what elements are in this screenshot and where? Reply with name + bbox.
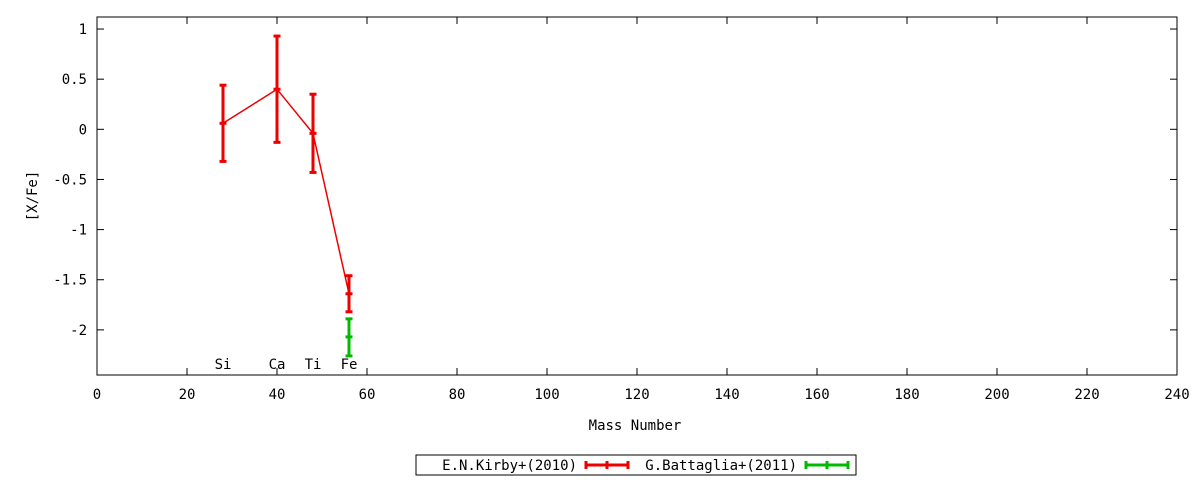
legend-label: G.Battaglia+(2011) bbox=[645, 458, 797, 474]
x-tick-label: 0 bbox=[93, 387, 101, 403]
x-tick-label: 160 bbox=[804, 387, 829, 403]
y-tick-label: -1 bbox=[70, 223, 87, 239]
chart: 0 20 40 60 80 100 120 140 160 180 200 220 240 1 0.5 0 -0… bbox=[0, 0, 1200, 480]
y-tick-label: 1 bbox=[79, 22, 87, 38]
x-tick-label: 240 bbox=[1164, 387, 1189, 403]
x-tick-label: 100 bbox=[534, 387, 559, 403]
x-tick-label: 180 bbox=[894, 387, 919, 403]
y-axis-title: [X/Fe] bbox=[25, 171, 41, 222]
x-tick-label: 220 bbox=[1074, 387, 1099, 403]
x-tick-label: 40 bbox=[269, 387, 286, 403]
series-line bbox=[222, 88, 350, 294]
series-1 bbox=[219, 34, 353, 314]
element-label-ca: Ca bbox=[269, 357, 286, 373]
data-point bbox=[273, 34, 281, 144]
chart-svg: 0 20 40 60 80 100 120 140 160 180 200 220 240 1 0.5 0 -0… bbox=[25, 16, 1190, 476]
data-point bbox=[219, 83, 227, 163]
x-tick-label: 60 bbox=[359, 387, 376, 403]
y-tick-label: -0.5 bbox=[53, 172, 87, 188]
element-label-ti: Ti bbox=[305, 357, 322, 373]
x-tick-label: 80 bbox=[449, 387, 466, 403]
y-tick-label: 0 bbox=[79, 122, 87, 138]
x-axis-title: Mass Number bbox=[589, 418, 682, 434]
data-point bbox=[309, 92, 317, 174]
plot-frame bbox=[96, 16, 1178, 376]
y-tick-label: -2 bbox=[70, 323, 87, 339]
x-tick-label: 140 bbox=[714, 387, 739, 403]
element-label-fe: Fe bbox=[341, 357, 358, 373]
element-label-si: Si bbox=[215, 357, 232, 373]
series-2 bbox=[345, 317, 353, 358]
data-point bbox=[345, 317, 353, 358]
legend: E.N.Kirby+(2010) G.Battaglia+(2011) bbox=[415, 454, 857, 476]
legend-label: E.N.Kirby+(2010) bbox=[442, 458, 577, 474]
y-tick-label: 0.5 bbox=[62, 72, 87, 88]
x-tick-label: 200 bbox=[984, 387, 1009, 403]
x-tick-label: 20 bbox=[179, 387, 196, 403]
y-tick-label: -1.5 bbox=[53, 273, 87, 289]
x-tick-label: 120 bbox=[624, 387, 649, 403]
